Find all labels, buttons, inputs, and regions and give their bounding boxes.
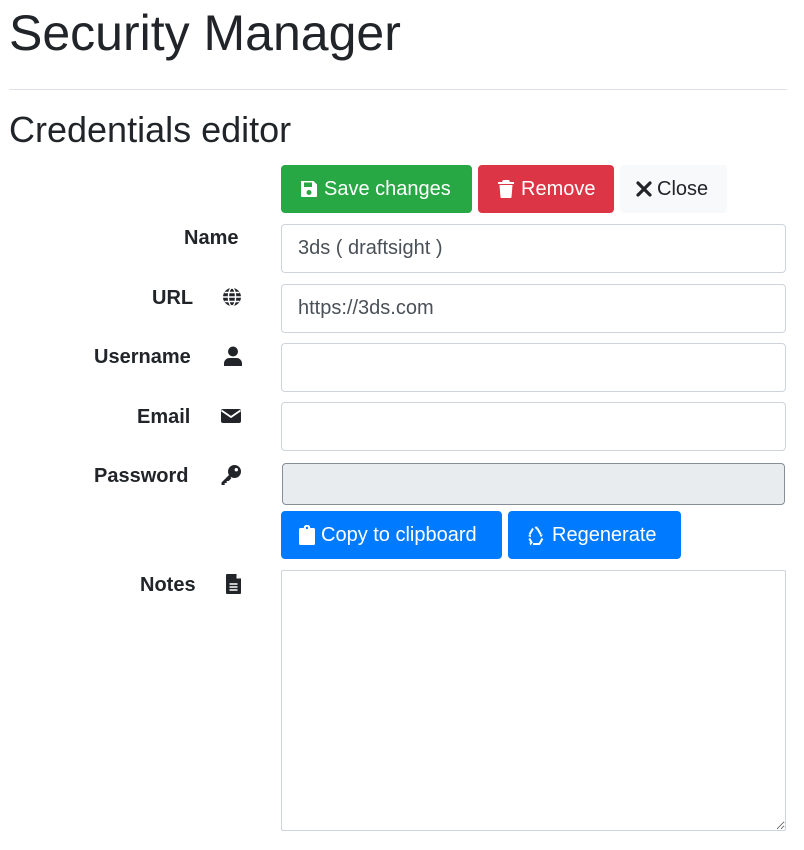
name-field[interactable] — [281, 224, 786, 273]
url-field[interactable] — [281, 284, 786, 333]
file-icon — [223, 573, 245, 595]
credentials-editor-page: Security Manager Credentials editor Save… — [0, 0, 804, 850]
password-label: Password — [94, 465, 189, 487]
globe-icon — [221, 286, 243, 308]
password-field[interactable] — [282, 463, 785, 505]
email-field[interactable] — [281, 402, 786, 451]
username-field[interactable] — [281, 343, 786, 392]
url-label: URL — [152, 287, 194, 309]
close-button[interactable]: Close — [620, 165, 727, 213]
remove-button-label: Remove — [521, 178, 596, 200]
notes-label: Notes — [140, 574, 196, 596]
recycle-icon — [525, 525, 547, 546]
regenerate-button[interactable]: Regenerate — [508, 511, 681, 559]
clipboard-icon — [299, 525, 315, 545]
floppy-disk-icon — [299, 179, 319, 199]
copy-to-clipboard-button[interactable]: Copy to clipboard — [281, 511, 502, 559]
close-button-label: Close — [657, 178, 709, 200]
notes-field[interactable] — [281, 570, 786, 831]
regenerate-button-label: Regenerate — [552, 524, 657, 546]
header-divider — [9, 89, 787, 90]
save-button[interactable]: Save changes — [281, 165, 472, 213]
trash-icon — [496, 179, 516, 199]
envelope-icon — [220, 405, 242, 427]
x-icon — [636, 179, 652, 199]
username-label: Username — [94, 346, 191, 368]
remove-button[interactable]: Remove — [478, 165, 614, 213]
email-label: Email — [137, 406, 191, 428]
user-icon — [222, 345, 244, 367]
name-label: Name — [184, 227, 239, 249]
save-button-label: Save changes — [324, 178, 451, 200]
copy-button-label: Copy to clipboard — [321, 524, 477, 546]
editor-title: Credentials editor — [9, 109, 292, 150]
app-title: Security Manager — [9, 5, 401, 61]
key-icon — [220, 464, 242, 486]
